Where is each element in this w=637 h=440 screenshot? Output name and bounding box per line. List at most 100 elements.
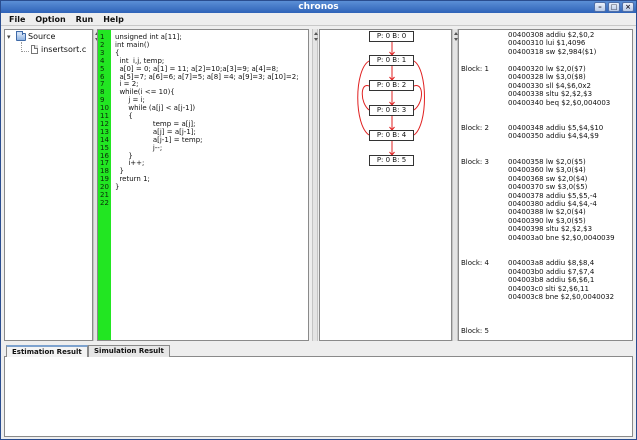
- line-number: 19: [100, 175, 109, 184]
- line-number: 13: [100, 127, 109, 136]
- split-divider[interactable]: [312, 29, 318, 341]
- flow-edge-curve: [413, 60, 425, 136]
- line-number: 8: [100, 88, 105, 97]
- code-line: {: [115, 48, 120, 57]
- asm-instruction: 004003a8 addiu $8,$8,4: [508, 259, 595, 268]
- title-bar[interactable]: chronos – □ ×: [1, 1, 636, 13]
- result-tabs: Estimation Result Simulation Result: [4, 343, 633, 357]
- line-number: 1: [100, 33, 105, 41]
- asm-instruction: 004003c0 slti $2,$6,11: [508, 284, 589, 293]
- code-line: i = 2;: [115, 80, 139, 89]
- asm-instruction: 00400330 sll $4,$6,0x2: [508, 81, 591, 90]
- line-number: 20: [100, 183, 109, 192]
- asm-instruction: 00400318 sw $2,984($1): [508, 47, 597, 56]
- tab-estimation-result[interactable]: Estimation Result: [6, 345, 88, 357]
- flow-node[interactable]: P: 0 B: 3: [369, 105, 414, 116]
- line-number: 22: [100, 198, 109, 207]
- flow-node[interactable]: P: 0 B: 5: [369, 155, 414, 166]
- block-label: Block: 5: [461, 326, 489, 335]
- block-label: Block: 4: [461, 259, 489, 268]
- asm-instruction: 00400340 beq $2,$0,004003: [508, 98, 611, 107]
- asm-instruction: 00400350 addiu $4,$4,$9: [508, 132, 599, 141]
- flow-edge-curve: [357, 60, 370, 136]
- code-line: a[j-1] = temp;: [115, 135, 203, 144]
- asm-instruction: 004003c8 bne $2,$0,0040032: [508, 292, 615, 301]
- code-line: j = i;: [115, 96, 145, 105]
- code-line: i++;: [115, 159, 145, 168]
- maximize-button[interactable]: □: [608, 2, 620, 12]
- folder-icon: [16, 30, 26, 41]
- menu-run[interactable]: Run: [71, 13, 99, 25]
- asm-instruction: 00400388 lw $2,0($4): [508, 208, 586, 217]
- menu-file[interactable]: File: [4, 13, 30, 25]
- code-line: a[0] = 0; a[1] = 11; a[2]=10;a[3]=9; a[4…: [115, 64, 279, 73]
- line-number: 14: [100, 135, 109, 144]
- minimize-button[interactable]: –: [594, 2, 606, 12]
- close-button[interactable]: ×: [622, 2, 634, 12]
- result-panel: [4, 357, 633, 437]
- line-number: 7: [100, 80, 105, 89]
- line-number: 11: [100, 112, 109, 120]
- flow-node[interactable]: P: 0 B: 1: [369, 55, 414, 66]
- line-number: 9: [100, 96, 105, 105]
- block-label: Block: 1: [461, 64, 489, 73]
- tree-node-source[interactable]: ▾ Source: [7, 30, 55, 41]
- asm-instruction: 00400360 lw $3,0($4): [508, 166, 586, 175]
- source-tree-panel: ▾ Source insertsort.c: [4, 29, 93, 341]
- code-line: }: [115, 151, 133, 160]
- tree-expand-icon[interactable]: ▾: [7, 33, 14, 41]
- tree-node-file[interactable]: insertsort.c: [31, 45, 86, 54]
- code-line: int main(): [115, 40, 150, 49]
- asm-instruction: 004003b0 addiu $7,$7,4: [508, 267, 595, 276]
- asm-instruction: 00400358 lw $2,0($5): [508, 157, 586, 166]
- line-number: 17: [100, 159, 109, 168]
- line-number-gutter: 1 2 3 4 5 6 7 8 9 10 11 12 13 14 15 16 17 18 19 20 21 22: [98, 30, 111, 340]
- code-line: int i,j, temp;: [115, 56, 165, 65]
- line-number: 5: [100, 64, 105, 73]
- flow-node[interactable]: P: 0 B: 2: [369, 80, 414, 91]
- asm-instruction: 004003b8 addiu $6,$6,1: [508, 276, 595, 285]
- control-flow-graph-panel: P: 0 B: 0 P: 0 B: 1 P: 0 B: 2 P: 0 B: 3 P: 0…: [319, 29, 452, 341]
- asm-instruction: 004003a0 bne $2,$0,0040039: [508, 233, 615, 242]
- asm-instruction: 00400308 addiu $2,$0,2: [508, 31, 595, 39]
- code-line: temp = a[j];: [115, 119, 196, 128]
- line-number: 15: [100, 143, 109, 152]
- tree-node-label: insertsort.c: [41, 45, 87, 54]
- code-line: unsigned int a[11];: [115, 33, 182, 41]
- asm-instruction: 00400320 lw $2,0($7): [508, 64, 586, 73]
- flow-edge-curve: [361, 85, 370, 111]
- file-icon: [31, 45, 38, 54]
- asm-instruction: 00400398 sltu $2,$2,$3: [508, 225, 593, 234]
- code-line: a[5]=7; a[6]=6; a[7]=5; a[8] =4; a[9]=3;…: [115, 72, 299, 81]
- line-number: 6: [100, 72, 105, 81]
- asm-instruction: 00400338 sltu $2,$2,$3: [508, 90, 593, 99]
- asm-instruction: 00400348 addiu $5,$4,$10: [508, 123, 604, 132]
- line-number: 12: [100, 119, 109, 128]
- code-line: while (a[j] < a[j-1]): [115, 104, 196, 113]
- flow-node[interactable]: P: 0 B: 0: [369, 31, 414, 42]
- line-number: 21: [100, 191, 109, 199]
- asm-instruction: 00400328 lw $3,0($8): [508, 73, 586, 82]
- window-controls: – □ ×: [594, 2, 634, 12]
- asm-instruction: 00400380 addiu $4,$4,-4: [508, 200, 597, 208]
- menu-help[interactable]: Help: [98, 13, 129, 25]
- menu-option[interactable]: Option: [30, 13, 70, 25]
- asm-instruction: 00400310 lui $1,4096: [508, 39, 586, 48]
- tab-simulation-result[interactable]: Simulation Result: [88, 345, 170, 357]
- asm-instruction: 00400378 addiu $5,$5,-4: [508, 191, 597, 200]
- code-line: a[j] = a[j-1];: [115, 127, 196, 136]
- flow-node[interactable]: P: 0 B: 4: [369, 130, 414, 141]
- menu-bar: File Option Run Help: [1, 13, 636, 26]
- flow-graph-edges: [357, 42, 425, 156]
- source-code-editor[interactable]: 1 2 3 4 5 6 7 8 9 10 11 12 13 14 15 16 17 18 19 20 21 22 unsi…: [97, 29, 309, 341]
- line-number: 10: [100, 104, 109, 113]
- line-number: 3: [100, 48, 105, 57]
- block-label: Block: 3: [461, 157, 489, 166]
- asm-instruction: 00400370 sw $3,0($5): [508, 183, 588, 192]
- main-window: chronos – □ × File Option Run Help ▾ Sou…: [0, 0, 637, 440]
- window-title: chronos: [298, 2, 339, 12]
- line-number: 2: [100, 40, 105, 49]
- asm-instruction: 00400390 lw $3,0($5): [508, 216, 586, 225]
- code-line: j--;: [115, 143, 163, 152]
- block-label: Block: 2: [461, 123, 489, 132]
